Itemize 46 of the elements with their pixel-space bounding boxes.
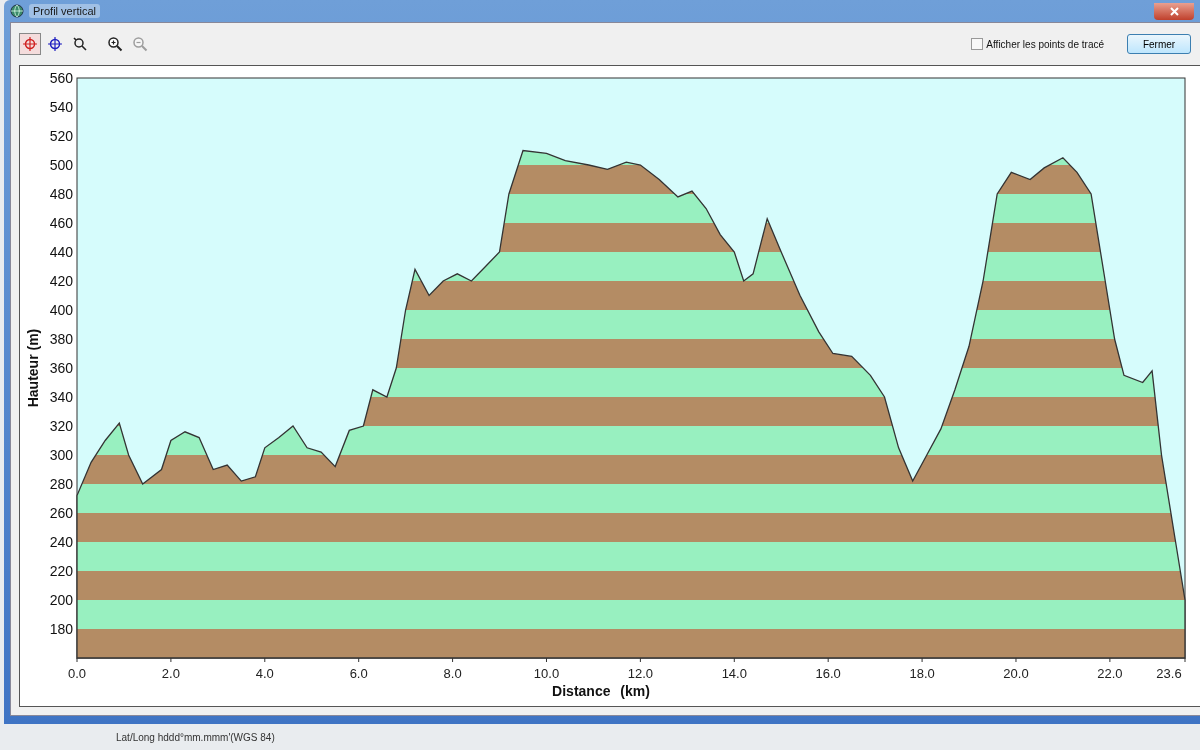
y-tick-label: 400 <box>49 302 73 318</box>
y-tick-label: 240 <box>49 534 73 550</box>
y-tick-label: 480 <box>49 186 73 202</box>
status-text: Lat/Long hddd°mm.mmm'(WGS 84) <box>116 731 275 743</box>
y-axis-title: Hauteur (m) <box>25 328 41 408</box>
y-tick-label: 300 <box>49 447 73 463</box>
x-tick-label: 12.0 <box>627 666 654 681</box>
close-button[interactable]: Fermer <box>1127 34 1191 54</box>
x-tick-label: 20.0 <box>1003 666 1029 681</box>
y-tick-label: 440 <box>49 244 73 260</box>
x-tick-label: 10.0 <box>533 666 560 681</box>
globe-icon <box>10 4 24 18</box>
zoom-out-icon <box>132 36 148 52</box>
zoom-in-icon <box>107 36 123 52</box>
y-tick-label: 560 <box>49 70 73 86</box>
y-tick-label: 340 <box>49 389 73 405</box>
x-tick-label: 4.0 <box>255 666 274 681</box>
x-tick-label: 16.0 <box>815 666 841 681</box>
y-tick-label: 540 <box>49 99 73 115</box>
y-tick-label: 200 <box>49 592 73 608</box>
crosshair-icon <box>22 36 38 52</box>
y-tick-label: 220 <box>49 563 73 579</box>
y-tick-label: 420 <box>49 273 73 289</box>
x-tick-label: 6.0 <box>349 666 368 681</box>
y-tick-label: 360 <box>49 360 73 376</box>
window-title: Profil vertical <box>29 4 100 18</box>
x-tick-label: 14.0 <box>721 666 747 681</box>
x-tick-label: 23.6 <box>1156 666 1182 681</box>
y-tick-label: 180 <box>49 621 73 637</box>
y-tick-label: 520 <box>49 128 73 144</box>
y-tick-label: 280 <box>49 476 73 492</box>
x-tick-label: 8.0 <box>443 666 462 681</box>
close-icon[interactable] <box>1154 2 1194 20</box>
y-tick-label: 460 <box>49 215 73 231</box>
x-tick-label: 0.0 <box>67 666 87 681</box>
y-tick-label: 320 <box>49 418 73 434</box>
x-axis-title: Distance (km) <box>552 683 650 699</box>
x-tick-label: 2.0 <box>161 666 180 681</box>
x-tick-label: 22.0 <box>1097 666 1123 681</box>
x-tick-label: 18.0 <box>909 666 935 681</box>
y-tick-label: 260 <box>49 505 73 521</box>
zoom-box-icon <box>72 36 88 52</box>
y-tick-label: 500 <box>49 157 73 173</box>
y-tick-label: 380 <box>49 331 73 347</box>
show-points-checkbox[interactable]: Afficher les points de tracé <box>971 38 1104 50</box>
crosshair-icon <box>47 36 63 52</box>
